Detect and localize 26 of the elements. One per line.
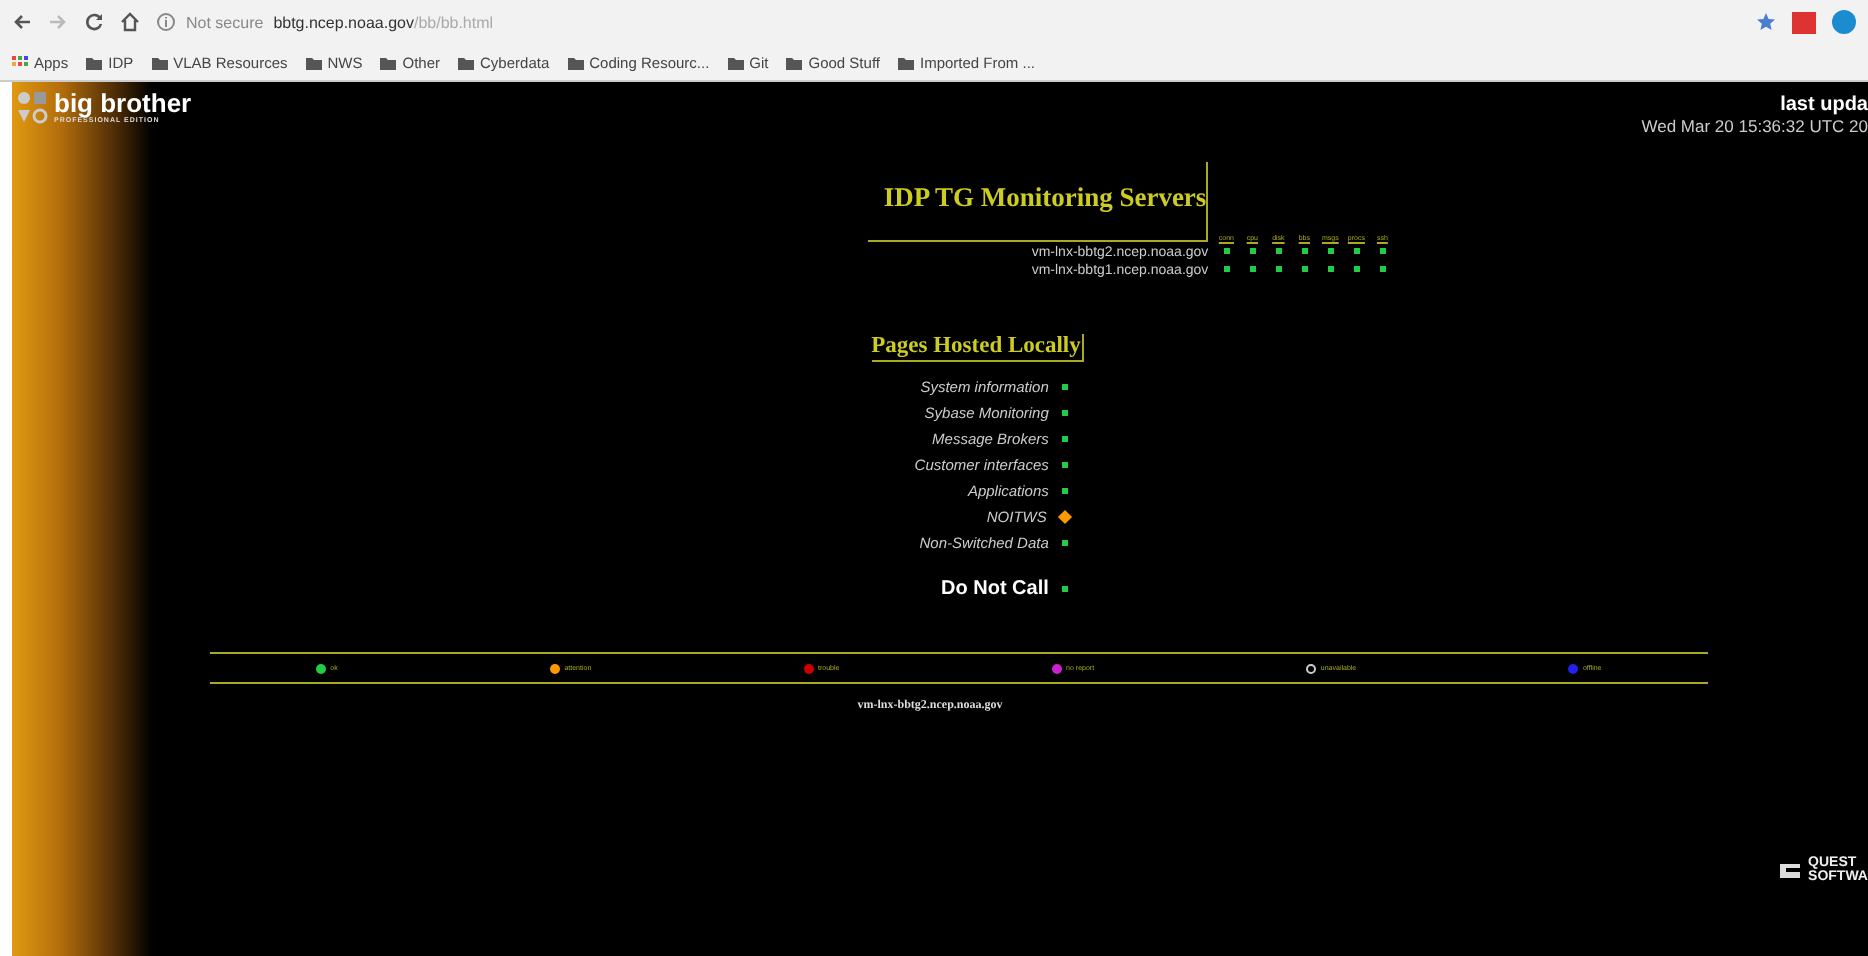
folder-icon: [897, 55, 914, 69]
folder-icon: [151, 55, 168, 69]
update-time: Wed Mar 20 15:36:32 UTC 20: [1641, 116, 1868, 136]
folder-icon: [86, 55, 103, 69]
apps-grid-icon: [12, 55, 28, 69]
folder-icon: [727, 55, 744, 69]
star-icon[interactable]: [1756, 12, 1776, 32]
vendor-logo-icon: [1780, 860, 1805, 880]
info-icon[interactable]: [156, 12, 176, 32]
home-icon[interactable]: [120, 12, 140, 32]
folder-icon: [567, 55, 584, 69]
reload-icon[interactable]: [84, 12, 104, 32]
folder-icon: [305, 55, 322, 69]
back-arrow-icon[interactable]: [12, 12, 32, 32]
section-title: IDP TG Monitoring Servers: [867, 162, 1209, 242]
folder-icon: [786, 55, 803, 69]
folder-icon: [380, 55, 397, 69]
address-field[interactable]: bbtg.ncep.noaa.gov/bb/bb.html: [273, 13, 494, 31]
logo-text: big brother: [54, 90, 192, 116]
section-title: Pages Hosted Locally: [871, 334, 1085, 362]
logo-icon: [16, 90, 48, 126]
page-link[interactable]: Do Not Call: [941, 578, 1049, 600]
update-label: last upda: [1778, 94, 1868, 116]
folder-icon: [458, 55, 475, 69]
extension-icon[interactable]: [1792, 11, 1816, 33]
extension-icon[interactable]: [1832, 10, 1856, 34]
